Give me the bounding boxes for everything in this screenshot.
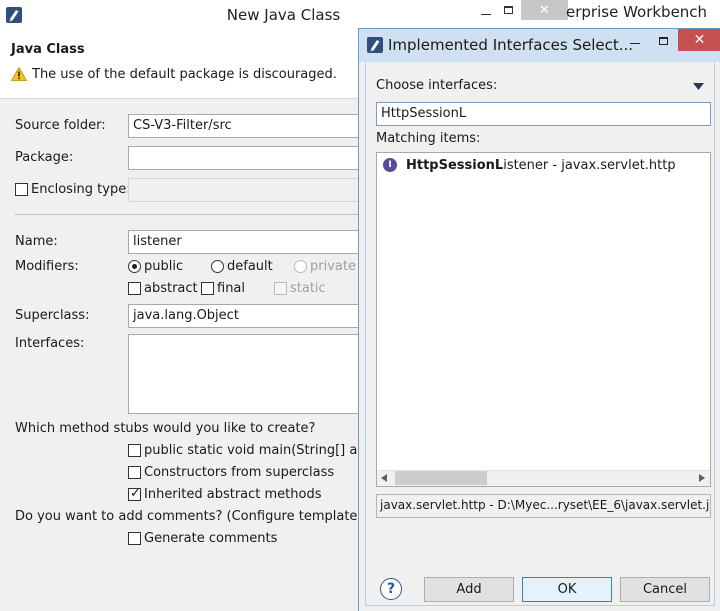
source-folder-label: Source folder: <box>15 118 106 133</box>
name-label: Name: <box>15 234 58 249</box>
radio-private <box>294 260 307 273</box>
stub-inherited-box[interactable]: ✓ <box>128 486 141 501</box>
dialog-title: Implemented Interfaces Select... <box>388 36 634 54</box>
triangle-down-icon[interactable] <box>693 83 704 90</box>
stub-inherited-label: Inherited abstract methods <box>144 487 322 502</box>
wizard-header: Java Class The use of the default packag… <box>0 31 362 99</box>
wizard-title: Java Class <box>11 42 85 57</box>
static-box <box>274 282 287 295</box>
main-titlebar: New Java Class ✕ erprise Workbench <box>0 0 720 31</box>
final-checkbox[interactable]: final <box>201 281 245 296</box>
source-folder-input[interactable]: CS-V3-Filter/src <box>128 114 360 138</box>
modifier-public-label: public <box>144 259 184 274</box>
interface-icon: I <box>383 158 397 172</box>
minimize-icon <box>481 14 491 15</box>
list-item-rest: istener - javax.servlet.http <box>503 157 676 173</box>
matching-items-list[interactable] <box>376 152 711 487</box>
generate-comments-label: Generate comments <box>144 531 278 546</box>
close-button[interactable]: ✕ <box>521 0 568 20</box>
modifier-default-label: default <box>227 259 273 274</box>
generate-comments-checkbox[interactable]: Generate comments <box>128 531 277 546</box>
final-label: final <box>217 281 246 296</box>
package-label: Package: <box>15 150 74 165</box>
minimize-button[interactable] <box>475 6 497 18</box>
selected-item-status: javax.servlet.http - D:\Myec...ryset\EE_… <box>376 494 711 518</box>
stub-constructors-box[interactable] <box>128 466 141 479</box>
add-button[interactable]: Add <box>424 577 514 602</box>
modifier-private-label: private <box>310 259 356 274</box>
dialog-maximize-button[interactable] <box>649 29 677 53</box>
stub-main-box[interactable] <box>128 444 141 457</box>
enclosing-type-label: Enclosing type: <box>31 182 131 197</box>
warning-message: The use of the default package is discou… <box>32 67 337 82</box>
warning-triangle-icon <box>11 67 27 81</box>
help-icon[interactable]: ? <box>380 578 402 600</box>
modifier-private-radio: private <box>294 259 356 274</box>
stub-inherited-checkbox[interactable]: ✓ Inherited abstract methods <box>128 486 322 502</box>
package-input[interactable] <box>128 146 360 170</box>
maximize-icon <box>503 6 513 14</box>
enclosing-type-input <box>128 178 360 202</box>
minimize-icon <box>630 42 640 44</box>
list-item[interactable]: I HttpSessionL istener - javax.servlet.h… <box>383 156 676 174</box>
modifier-public-radio[interactable]: public <box>128 259 183 274</box>
ok-button[interactable]: OK <box>522 577 612 602</box>
close-icon: ✕ <box>693 32 706 48</box>
interfaces-list[interactable] <box>128 334 360 414</box>
scrollbar-thumb[interactable] <box>395 471 487 485</box>
superclass-input[interactable]: java.lang.Object <box>128 304 360 328</box>
list-item-match: HttpSessionL <box>406 157 504 173</box>
dialog-titlebar: Implemented Interfaces Select... ✕ <box>359 29 720 62</box>
close-icon: ✕ <box>539 2 550 18</box>
stub-constructors-checkbox[interactable]: Constructors from superclass <box>128 465 334 480</box>
radio-public[interactable] <box>128 260 141 273</box>
abstract-box[interactable] <box>128 282 141 295</box>
name-input[interactable]: listener <box>128 230 360 254</box>
interfaces-label: Interfaces: <box>15 336 85 351</box>
stub-main-label: public static void main(String[] args) <box>144 443 383 458</box>
choose-interfaces-label: Choose interfaces: <box>376 78 498 93</box>
generate-comments-box[interactable] <box>128 532 141 545</box>
comments-question: Do you want to add comments? (Configure … <box>15 509 358 524</box>
modifiers-label: Modifiers: <box>15 259 79 274</box>
dialog-close-button[interactable]: ✕ <box>678 29 720 51</box>
stub-constructors-label: Constructors from superclass <box>144 465 335 480</box>
scroll-left-icon[interactable] <box>381 474 387 482</box>
interface-search-input[interactable]: HttpSessionL <box>376 102 711 126</box>
enclosing-type-box[interactable] <box>15 183 28 196</box>
cancel-button[interactable]: Cancel <box>620 577 710 602</box>
eclipse-pen-icon <box>367 37 383 53</box>
stub-main-checkbox[interactable]: public static void main(String[] args) <box>128 443 383 458</box>
superclass-label: Superclass: <box>15 308 90 323</box>
maximize-icon <box>658 37 668 45</box>
abstract-label: abstract <box>144 281 198 296</box>
check-icon: ✓ <box>130 486 141 501</box>
scroll-right-icon[interactable] <box>699 474 705 482</box>
maximize-button[interactable] <box>497 4 519 16</box>
background-window-title: erprise Workbench <box>566 3 708 21</box>
dialog-minimize-button[interactable] <box>621 29 649 53</box>
stubs-question: Which method stubs would you like to cre… <box>15 421 316 436</box>
final-box[interactable] <box>201 282 214 295</box>
matching-items-label: Matching items: <box>376 131 481 146</box>
radio-default[interactable] <box>211 260 224 273</box>
static-label: static <box>290 281 326 296</box>
form-separator <box>15 214 360 215</box>
static-checkbox: static <box>274 281 326 296</box>
modifier-default-radio[interactable]: default <box>211 259 273 274</box>
enclosing-type-checkbox[interactable]: Enclosing type: <box>15 182 131 197</box>
abstract-checkbox[interactable]: abstract <box>128 281 198 296</box>
